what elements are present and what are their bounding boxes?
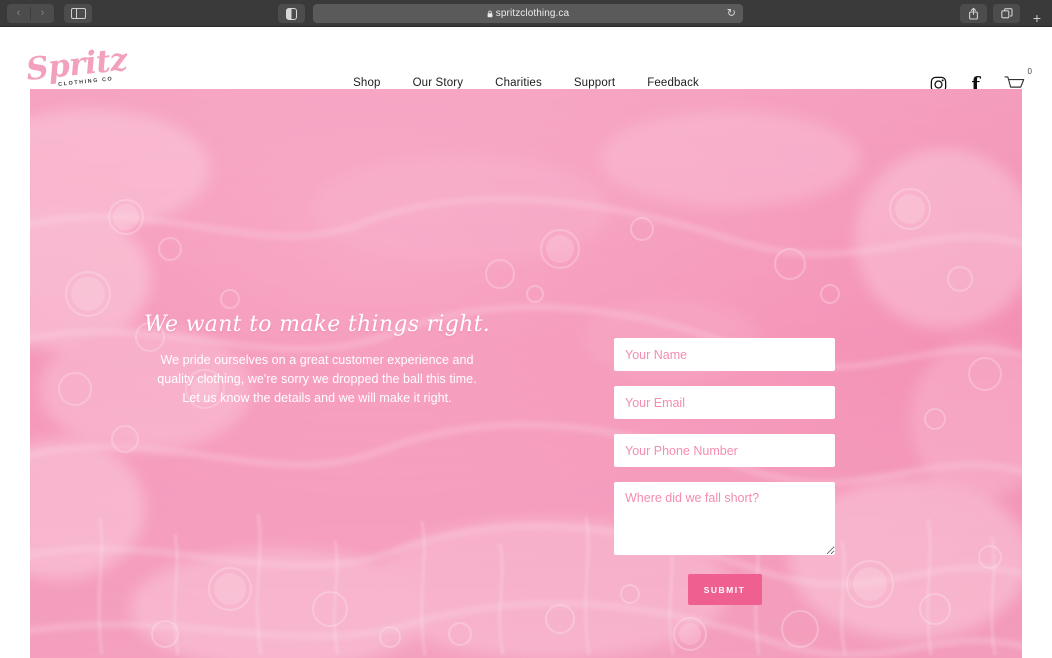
message-textarea[interactable] — [614, 482, 835, 555]
sidebar-toggle-button[interactable] — [64, 3, 92, 23]
lock-icon — [487, 10, 493, 18]
back-forward-group: ‹ › — [7, 3, 54, 23]
share-button[interactable] — [960, 4, 987, 23]
hero-paragraph-line-3: Let us know the details and we will make… — [182, 390, 452, 405]
submit-button[interactable]: SUBMIT — [687, 574, 762, 605]
hero-paragraph-line-1: We pride ourselves on a great customer e… — [160, 352, 474, 367]
browser-toolbar: ‹ › spritzclothing.ca ↻ + — [0, 0, 1052, 27]
cart-count-badge: 0 — [1027, 66, 1032, 76]
phone-input[interactable] — [614, 434, 835, 467]
address-bar-content: spritzclothing.ca — [487, 8, 569, 19]
share-icon — [969, 7, 978, 20]
hero-paragraph: We pride ourselves on a great customer e… — [102, 351, 532, 408]
submit-row: SUBMIT — [614, 574, 835, 605]
site-header: Spritz CLOTHING CO Shop Our Story Charit… — [0, 27, 1052, 94]
name-input[interactable] — [614, 338, 835, 371]
browser-right-controls: + — [960, 4, 1048, 25]
tabs-icon — [1000, 7, 1013, 18]
reader-view-button[interactable] — [278, 4, 305, 23]
sidebar-icon — [70, 7, 86, 19]
hero-title: We want to make things right. — [143, 312, 491, 337]
feedback-form: SUBMIT — [614, 338, 835, 605]
new-tab-button[interactable]: + — [1026, 8, 1048, 27]
hero-copy-block: We want to make things right. We pride o… — [102, 311, 532, 408]
reader-icon — [286, 7, 297, 20]
browser-address-area: spritzclothing.ca ↻ — [278, 4, 743, 23]
hero-section: We want to make things right. We pride o… — [30, 89, 1022, 658]
back-button[interactable]: ‹ — [7, 4, 30, 23]
address-bar[interactable]: spritzclothing.ca ↻ — [313, 4, 743, 23]
reload-button[interactable]: ↻ — [727, 8, 736, 19]
tab-overview-button[interactable] — [993, 4, 1020, 23]
email-input[interactable] — [614, 386, 835, 419]
browser-nav-controls: ‹ › — [0, 3, 92, 23]
forward-button[interactable]: › — [31, 4, 54, 23]
url-text: spritzclothing.ca — [495, 8, 570, 19]
hero-paragraph-line-2: quality clothing, we're sorry we dropped… — [157, 371, 477, 386]
